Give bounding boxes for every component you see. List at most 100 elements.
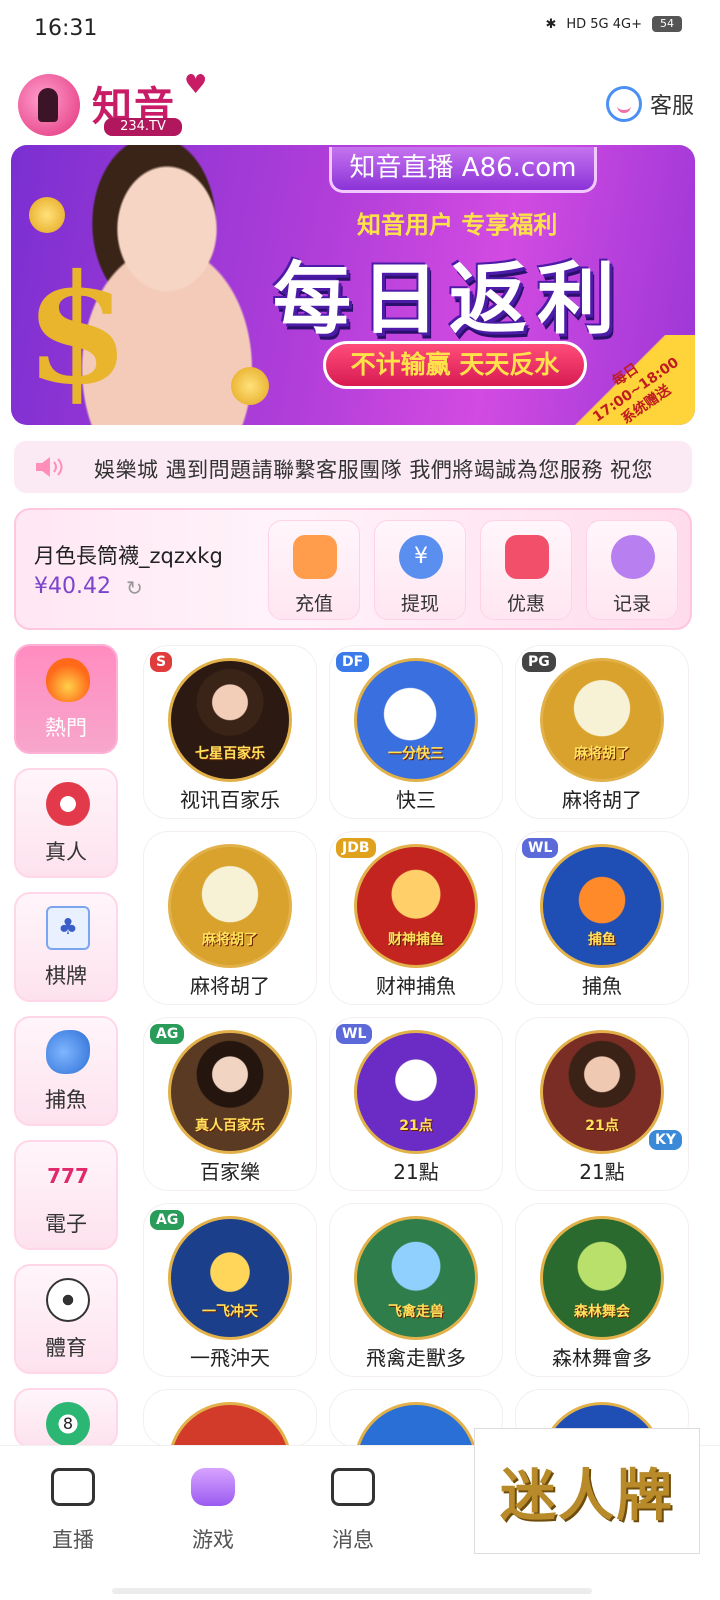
- nav-messages[interactable]: 消息: [308, 1468, 398, 1554]
- heart-icon: ♥: [184, 70, 208, 100]
- category-label: 棋牌: [45, 964, 87, 988]
- category-label: 體育: [45, 1336, 87, 1360]
- category-hot[interactable]: 熱門: [14, 644, 118, 754]
- promotion-label: 优惠: [506, 593, 545, 615]
- provider-badge: DF: [336, 652, 370, 672]
- category-label: 捕魚: [45, 1088, 87, 1112]
- slot-777-icon: 777: [47, 1164, 89, 1188]
- balance: ¥40.42: [34, 574, 111, 599]
- category-sports[interactable]: 體育: [14, 1264, 118, 1374]
- nav-label: 消息: [332, 1528, 374, 1552]
- provider-badge: AG: [150, 1210, 185, 1230]
- nav-games[interactable]: 游戏: [168, 1468, 258, 1554]
- game-image: 一分快三: [354, 658, 478, 782]
- game-label: 财神捕魚: [376, 974, 456, 998]
- game-label: 21點: [393, 1160, 439, 1184]
- lottery-ball-icon: 8: [46, 1402, 90, 1446]
- battery-icon: 54: [652, 16, 682, 32]
- game-tile-fishing[interactable]: 捕鱼 WL 捕魚: [516, 832, 688, 1004]
- customer-service-label: 客服: [649, 94, 694, 119]
- flame-icon: [46, 658, 90, 702]
- refresh-icon[interactable]: ↻: [126, 576, 143, 600]
- nav-live[interactable]: 直播: [28, 1468, 118, 1554]
- game-image: 21点: [540, 1030, 664, 1154]
- bluetooth-icon: ✱: [545, 16, 557, 32]
- provider-badge: WL: [336, 1024, 373, 1044]
- wallet-icon: [293, 535, 337, 579]
- coin-icon: [231, 367, 269, 405]
- withdraw-button[interactable]: ¥ 提现: [374, 520, 466, 620]
- game-image: 森林舞会: [540, 1216, 664, 1340]
- provider-badge: S: [150, 652, 173, 672]
- banner-pill: 不计输赢 天天反水: [323, 341, 587, 389]
- watermark-overlay: 迷人牌: [474, 1428, 700, 1554]
- message-icon: [331, 1468, 375, 1506]
- poker-chip-icon: [46, 782, 90, 826]
- deposit-button[interactable]: 充值: [268, 520, 360, 620]
- gamepad-icon: [611, 535, 655, 579]
- provider-badge: KY: [649, 1130, 682, 1150]
- category-live[interactable]: 真人: [14, 768, 118, 878]
- game-image: 真人百家乐: [168, 1030, 292, 1154]
- banner-subtitle: 知音用户 专享福利: [357, 211, 558, 239]
- dollar-icon: $: [25, 242, 130, 418]
- game-tile-mahjong[interactable]: 麻将胡了 麻将胡了: [144, 832, 316, 1004]
- game-label: 快三: [396, 788, 436, 812]
- status-icons: ✱ HD 5G 4G+ 54: [545, 16, 682, 32]
- announcement-marquee[interactable]: 娛樂城 遇到問題請聯繫客服團隊 我們將竭誠為您服務 祝您: [14, 441, 692, 493]
- playing-card-icon: ♣: [46, 906, 90, 950]
- banner-title: 每日返利: [273, 255, 626, 345]
- game-tile-blackjack-wl[interactable]: 21点 WL 21點: [330, 1018, 502, 1190]
- ticket-icon: [505, 535, 549, 579]
- game-label: 飛禽走獸多: [366, 1346, 466, 1370]
- category-lottery[interactable]: 8: [14, 1388, 118, 1448]
- provider-badge: WL: [522, 838, 559, 858]
- soccer-ball-icon: [46, 1278, 90, 1322]
- gamepad-icon: [191, 1468, 235, 1506]
- game-tile-soaring[interactable]: 一飞冲天 AG 一飛沖天: [144, 1204, 316, 1376]
- banner-site-label: 知音直播 A86.com: [329, 147, 597, 193]
- game-tile-birds-beasts[interactable]: 飞禽走兽 飛禽走獸多: [330, 1204, 502, 1376]
- game-label: 森林舞會多: [552, 1346, 652, 1370]
- username: 月色長筒襪_zqzxkg: [34, 544, 223, 568]
- game-tile-baccarat[interactable]: 真人百家乐 AG 百家樂: [144, 1018, 316, 1190]
- category-cards[interactable]: ♣ 棋牌: [14, 892, 118, 1002]
- promo-banner[interactable]: $ 知音直播 A86.com 知音用户 专享福利 每日返利 不计输赢 天天反水 …: [11, 145, 695, 425]
- game-tile-partial[interactable]: [144, 1390, 316, 1446]
- game-label: 麻将胡了: [190, 974, 270, 998]
- status-time: 16:31: [34, 16, 98, 41]
- game-tile-baccarat-video[interactable]: 七星百家乐 S 视讯百家乐: [144, 646, 316, 818]
- game-image: 麻将胡了: [540, 658, 664, 782]
- game-tile-forest-party[interactable]: 森林舞会 森林舞會多: [516, 1204, 688, 1376]
- coin-icon: [29, 197, 65, 233]
- home-indicator[interactable]: [112, 1588, 592, 1594]
- game-image: [354, 1402, 478, 1446]
- game-image: 麻将胡了: [168, 844, 292, 968]
- game-tile-mahjong-pg[interactable]: 麻将胡了 PG 麻将胡了: [516, 646, 688, 818]
- game-label: 21點: [579, 1160, 625, 1184]
- yen-icon: ¥: [399, 535, 443, 579]
- game-label: 捕魚: [582, 974, 622, 998]
- game-label: 百家樂: [200, 1160, 260, 1184]
- game-image: 七星百家乐: [168, 658, 292, 782]
- game-tile-caishen-fishing[interactable]: 财神捕鱼 JDB 财神捕魚: [330, 832, 502, 1004]
- category-label: 熱門: [45, 716, 87, 740]
- game-label: 一飛沖天: [190, 1346, 270, 1370]
- provider-badge: PG: [522, 652, 556, 672]
- nav-label: 游戏: [192, 1528, 234, 1552]
- logo-subtitle: 234.TV: [104, 118, 182, 136]
- category-fishing[interactable]: 捕魚: [14, 1016, 118, 1126]
- category-label: 電子: [45, 1212, 87, 1236]
- game-image: 21点: [354, 1030, 478, 1154]
- video-camera-icon: [51, 1468, 95, 1506]
- game-tile-kuaisan[interactable]: 一分快三 DF 快三: [330, 646, 502, 818]
- provider-badge: JDB: [336, 838, 376, 858]
- records-button[interactable]: 记录: [586, 520, 678, 620]
- customer-service-button[interactable]: 客服: [605, 86, 694, 122]
- watermark-text: 迷人牌: [500, 1462, 674, 1529]
- shark-icon: [46, 1030, 90, 1074]
- promotion-button[interactable]: 优惠: [480, 520, 572, 620]
- game-tile-blackjack-ky[interactable]: 21点 KY 21點: [516, 1018, 688, 1190]
- provider-badge: AG: [150, 1024, 185, 1044]
- category-slots[interactable]: 777 電子: [14, 1140, 118, 1250]
